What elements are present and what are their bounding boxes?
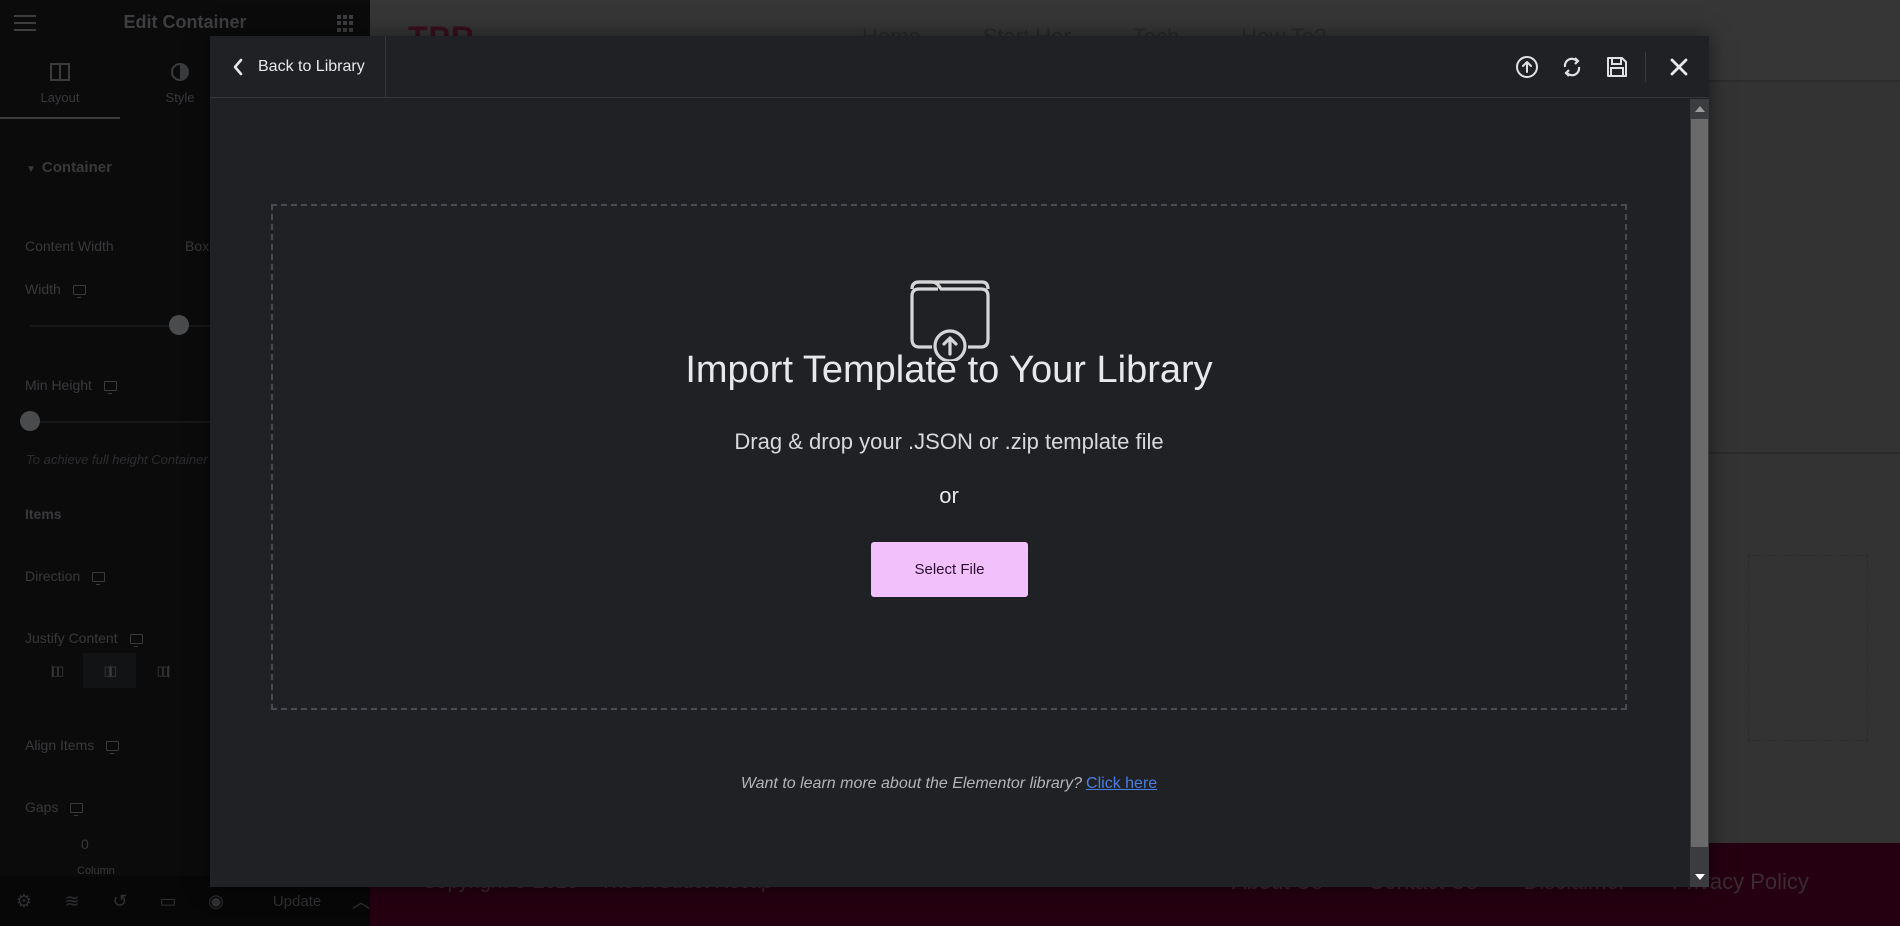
navigator-button[interactable]: ≋: [48, 891, 96, 912]
desktop-icon[interactable]: [103, 381, 117, 395]
import-title: Import Template to Your Library: [685, 349, 1213, 391]
close-modal-button[interactable]: [1656, 36, 1701, 98]
justify-start-icon: |▯▯: [50, 662, 65, 678]
learn-more-link[interactable]: Click here: [1086, 775, 1157, 792]
preview-button[interactable]: ◉: [192, 891, 240, 912]
min-height-label: Min Height: [25, 377, 117, 395]
triangle-up-icon: [1694, 106, 1705, 112]
triangle-down-icon: [1694, 874, 1705, 880]
chevron-left-icon: [233, 58, 243, 76]
save-template-button[interactable]: [1594, 36, 1639, 98]
justify-end-button[interactable]: ▯▯|: [136, 653, 189, 688]
gaps-label-text: Gaps: [25, 799, 59, 815]
width-slider-handle[interactable]: [169, 315, 189, 335]
gear-icon: ⚙: [15, 890, 33, 911]
content-width-select[interactable]: Box: [185, 238, 209, 254]
upload-icon: [1515, 56, 1538, 78]
modal-header: Back to Library: [210, 36, 1709, 98]
template-library-modal: Back to Library Import Template to Your …: [210, 36, 1709, 887]
sync-library-button[interactable]: [1549, 36, 1594, 98]
responsive-icon: ▭: [159, 890, 177, 911]
back-to-library-label: Back to Library: [258, 58, 365, 75]
tab-style-label: Style: [165, 90, 195, 105]
justify-end-icon: ▯▯|: [156, 662, 171, 678]
layers-icon: ≋: [64, 890, 80, 911]
gaps-label: Gaps: [25, 799, 84, 817]
min-height-slider[interactable]: [30, 421, 210, 423]
import-template-button[interactable]: [1504, 36, 1549, 98]
justify-start-button[interactable]: |▯▯: [30, 653, 83, 688]
menu-icon[interactable]: [14, 15, 36, 31]
header-divider: [1645, 52, 1646, 82]
width-label-text: Width: [25, 281, 61, 297]
save-icon: [1606, 57, 1627, 77]
select-file-button[interactable]: Select File: [871, 542, 1028, 597]
responsive-button[interactable]: ▭: [144, 891, 192, 912]
learn-more-label: Want to learn more about the Elementor l…: [740, 775, 1083, 792]
section-container-title: Container: [41, 159, 112, 176]
direction-label-text: Direction: [25, 568, 81, 584]
learn-more-text: Want to learn more about the Elementor l…: [210, 775, 1688, 793]
chevron-up-icon: ︿: [352, 892, 370, 912]
tab-layout-label: Layout: [40, 90, 80, 105]
history-button[interactable]: ↺: [96, 891, 144, 912]
columns-icon: [50, 63, 70, 81]
align-items-label-text: Align Items: [25, 737, 95, 753]
history-icon: ↺: [112, 890, 128, 911]
desktop-icon[interactable]: [72, 285, 86, 299]
scrollbar-thumb[interactable]: [1691, 119, 1708, 847]
desktop-icon[interactable]: [129, 634, 143, 648]
sync-icon: [1563, 57, 1580, 77]
site-empty-container: [1748, 555, 1868, 741]
justify-content-label: Justify Content: [25, 630, 143, 648]
content-width-label: Content Width: [25, 238, 114, 254]
tab-layout[interactable]: Layout: [0, 45, 120, 119]
items-heading: Items: [25, 506, 62, 522]
justify-center-button[interactable]: ▯|▯: [83, 653, 136, 688]
widgets-grid-icon[interactable]: [337, 15, 354, 32]
back-to-library-button[interactable]: Back to Library: [210, 36, 386, 98]
desktop-icon[interactable]: [70, 803, 84, 817]
import-subtitle: Drag & drop your .JSON or .zip template …: [734, 429, 1164, 454]
min-height-label-text: Min Height: [25, 377, 92, 393]
desktop-icon[interactable]: [106, 741, 120, 755]
direction-label: Direction: [25, 568, 106, 586]
justify-content-label-text: Justify Content: [25, 630, 118, 646]
justify-center-icon: ▯|▯: [103, 662, 118, 678]
import-or-label: or: [939, 483, 959, 508]
min-height-slider-handle[interactable]: [20, 411, 40, 431]
desktop-icon[interactable]: [92, 572, 106, 586]
scroll-down-button[interactable]: [1690, 867, 1709, 887]
modal-header-tools: [1504, 36, 1709, 98]
update-options-button[interactable]: ︿: [352, 888, 370, 914]
panel-title: Edit Container: [123, 12, 247, 32]
modal-body: Import Template to Your Library Drag & d…: [210, 99, 1690, 887]
gaps-column-value[interactable]: 0: [81, 836, 89, 852]
eye-icon: ◉: [208, 890, 224, 911]
half-circle-icon: [171, 63, 189, 81]
align-items-label: Align Items: [25, 737, 120, 755]
section-container-toggle[interactable]: ▼ Container: [26, 159, 112, 176]
settings-button[interactable]: ⚙: [0, 891, 48, 912]
caret-down-icon: ▼: [26, 164, 36, 175]
update-button[interactable]: Update: [252, 893, 342, 910]
modal-scrollbar[interactable]: [1690, 99, 1709, 887]
scroll-up-button[interactable]: [1690, 99, 1709, 119]
close-icon: [1670, 58, 1687, 76]
width-label: Width: [25, 281, 86, 299]
min-height-hint: To achieve full height Container: [26, 452, 208, 467]
